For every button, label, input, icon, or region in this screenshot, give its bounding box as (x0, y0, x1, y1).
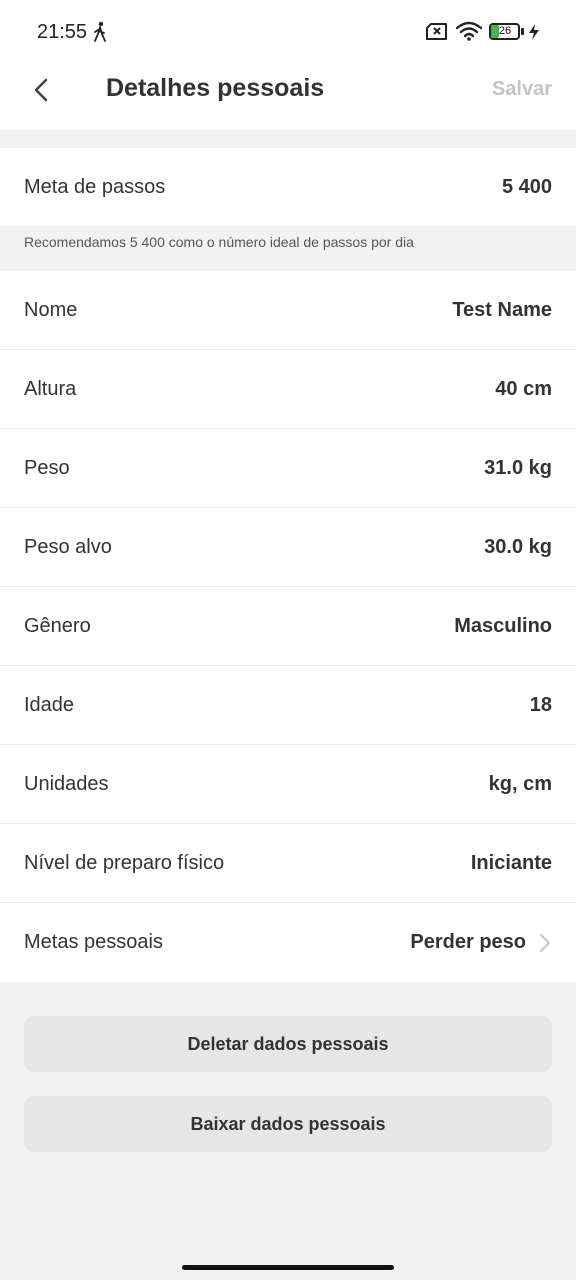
home-indicator[interactable] (182, 1265, 394, 1270)
row-personal-goals[interactable]: Metas pessoais Perder peso (0, 903, 576, 982)
save-button[interactable]: Salvar (492, 78, 552, 101)
row-value: Test Name (452, 298, 552, 321)
row-value: 30.0 kg (484, 535, 552, 558)
row-label: Gênero (24, 614, 91, 637)
page-title: Detalhes pessoais (106, 74, 325, 102)
row-label: Idade (24, 693, 75, 716)
row-label: Nome (24, 298, 78, 321)
row-label: Metas pessoais (24, 931, 163, 953)
battery-percent: 26 (498, 25, 512, 37)
row-weight[interactable]: Peso 31.0 kg (0, 429, 576, 508)
walk-icon (92, 21, 108, 48)
step-goal-label: Meta de passos (24, 176, 166, 198)
row-label: Nível de preparo físico (24, 851, 225, 874)
row-gender[interactable]: Gênero Masculino (0, 587, 576, 666)
row-height[interactable]: Altura 40 cm (0, 350, 576, 429)
row-label: Peso alvo (24, 535, 112, 558)
step-goal-hint: Recomendamos 5 400 como o número ideal d… (0, 226, 576, 272)
step-goal-row[interactable]: Meta de passos 5 400 (0, 148, 576, 227)
row-fitness-level[interactable]: Nível de preparo físico Iniciante (0, 824, 576, 903)
row-label: Altura (24, 377, 77, 400)
sim-icon (426, 23, 448, 45)
chevron-left-icon (34, 78, 48, 102)
row-value: 31.0 kg (484, 456, 552, 479)
personal-details-list: Nome Test Name Altura 40 cm Peso 31.0 kg… (0, 271, 576, 982)
row-name[interactable]: Nome Test Name (0, 271, 576, 350)
status-bar: 21:55 26 (0, 0, 576, 64)
delete-personal-data-button[interactable]: Deletar dados pessoais (24, 1016, 552, 1072)
row-label: Unidades (24, 772, 109, 795)
chevron-right-icon (538, 932, 552, 954)
download-personal-data-button[interactable]: Baixar dados pessoais (24, 1096, 552, 1152)
charging-bolt-icon (528, 24, 540, 45)
row-target-weight[interactable]: Peso alvo 30.0 kg (0, 508, 576, 587)
row-value: 18 (529, 693, 552, 716)
row-value: 40 cm (495, 377, 552, 400)
status-time: 21:55 (37, 21, 88, 43)
step-goal-section: Meta de passos 5 400 (0, 148, 576, 227)
step-goal-value: 5 400 (501, 176, 552, 198)
wifi-icon (455, 21, 483, 46)
row-value: Iniciante (470, 851, 552, 874)
row-label: Peso (24, 456, 70, 479)
battery-icon: 26 (489, 23, 524, 40)
row-value: Masculino (454, 614, 552, 637)
back-button[interactable] (28, 76, 56, 104)
row-units[interactable]: Unidades kg, cm (0, 745, 576, 824)
row-value: kg, cm (488, 772, 552, 795)
app-header: Detalhes pessoais Salvar (0, 64, 576, 130)
row-age[interactable]: Idade 18 (0, 666, 576, 745)
row-value: Perder peso (410, 931, 526, 953)
